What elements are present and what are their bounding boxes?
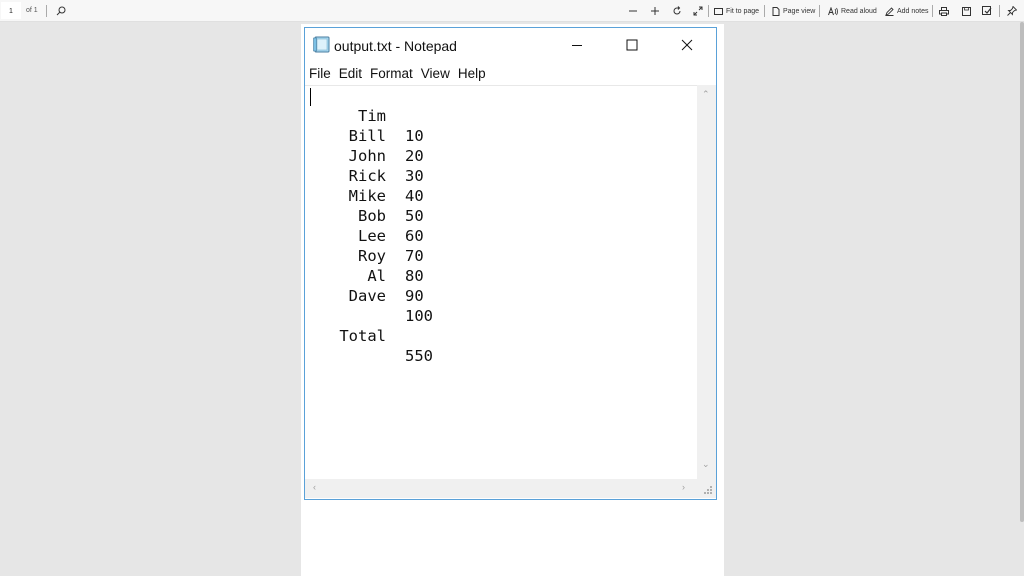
save-as-icon[interactable] bbox=[981, 3, 993, 19]
minimize-icon bbox=[572, 45, 582, 46]
toolbar-divider bbox=[764, 5, 765, 17]
text-row: Roy 80 bbox=[305, 226, 424, 285]
page-view-label: Page view bbox=[783, 7, 816, 15]
fit-to-page-label: Fit to page bbox=[726, 7, 760, 15]
maximize-button[interactable] bbox=[609, 28, 655, 62]
row-name: Dave bbox=[348, 287, 386, 305]
scroll-right-icon[interactable]: › bbox=[682, 482, 685, 492]
text-row: Al 90 bbox=[305, 246, 423, 305]
row-value: 60 bbox=[405, 227, 424, 245]
resize-grip-icon bbox=[704, 486, 712, 494]
total-value: 550 bbox=[405, 347, 433, 365]
close-button[interactable] bbox=[664, 28, 710, 62]
read-aloud-label: Read aloud bbox=[841, 7, 877, 15]
read-aloud-icon bbox=[828, 6, 838, 15]
resize-grip[interactable] bbox=[697, 479, 716, 498]
window-title: output.txt - Notepad bbox=[334, 38, 457, 54]
text-row: Mike 50 bbox=[305, 166, 424, 225]
fullscreen-icon[interactable] bbox=[692, 3, 704, 19]
toolbar-divider bbox=[932, 5, 933, 17]
row-value: 80 bbox=[405, 267, 424, 285]
scroll-left-icon[interactable]: ‹ bbox=[313, 482, 316, 492]
save-icon[interactable] bbox=[960, 3, 972, 19]
total-name: Total bbox=[339, 327, 386, 345]
text-row: Bill 20 bbox=[305, 106, 424, 165]
menu-format[interactable]: Format bbox=[366, 64, 417, 84]
vertical-scrollbar[interactable]: ⌃ ⌄ bbox=[697, 85, 716, 479]
viewer-toolbar: 1 of 1 Fit to page Page view Read aloud … bbox=[0, 0, 1024, 22]
page-view-button[interactable]: Page view bbox=[772, 3, 815, 19]
text-row: Rick 40 bbox=[305, 146, 424, 205]
minimize-button[interactable] bbox=[554, 28, 600, 62]
horizontal-scrollbar[interactable]: ‹ › bbox=[305, 479, 697, 498]
row-value: 10 bbox=[405, 127, 424, 145]
print-icon[interactable] bbox=[938, 3, 950, 19]
row-value: 50 bbox=[405, 207, 424, 225]
zoom-in-icon[interactable] bbox=[649, 3, 661, 19]
text-row: Dave 100 bbox=[305, 266, 433, 325]
row-value: 90 bbox=[405, 287, 424, 305]
toolbar-divider bbox=[708, 5, 709, 17]
read-aloud-button[interactable]: Read aloud bbox=[828, 3, 877, 19]
title-bar: output.txt - Notepad bbox=[305, 28, 716, 62]
row-value: 100 bbox=[405, 307, 433, 325]
page-number-input[interactable]: 1 bbox=[1, 2, 21, 19]
text-editor[interactable]: Tim 10 Bill 20 John 30 Rick 40 Mike 50 B… bbox=[305, 85, 697, 479]
text-row: Bob 60 bbox=[305, 186, 424, 245]
menu-view[interactable]: View bbox=[417, 64, 454, 84]
text-row: Lee 70 bbox=[305, 206, 424, 265]
menu-file[interactable]: File bbox=[305, 64, 335, 84]
toolbar-divider bbox=[46, 5, 47, 17]
zoom-out-icon[interactable] bbox=[627, 3, 639, 19]
rotate-icon[interactable] bbox=[671, 3, 683, 19]
close-icon bbox=[681, 39, 693, 51]
search-icon[interactable] bbox=[54, 3, 68, 19]
pin-icon[interactable] bbox=[1006, 3, 1018, 19]
scroll-down-icon[interactable]: ⌄ bbox=[702, 459, 710, 470]
text-row: Tim 10 bbox=[305, 86, 424, 145]
row-value: 70 bbox=[405, 247, 424, 265]
fit-to-page-icon bbox=[714, 7, 723, 15]
menu-bar: File Edit Format View Help bbox=[305, 64, 490, 84]
menu-help[interactable]: Help bbox=[454, 64, 490, 84]
add-notes-label: Add notes bbox=[897, 7, 929, 15]
row-value: 40 bbox=[405, 187, 424, 205]
viewer-scrollbar[interactable] bbox=[1020, 22, 1024, 522]
menu-edit[interactable]: Edit bbox=[335, 64, 366, 84]
notepad-window: output.txt - Notepad File Edit Format Vi… bbox=[304, 27, 717, 500]
fit-to-page-button[interactable]: Fit to page bbox=[714, 3, 759, 19]
page-count-label: of 1 bbox=[26, 7, 38, 14]
scroll-up-icon[interactable]: ⌃ bbox=[702, 89, 710, 100]
maximize-icon bbox=[626, 39, 638, 51]
text-row: John 30 bbox=[305, 126, 424, 185]
pen-icon bbox=[885, 6, 894, 16]
add-notes-button[interactable]: Add notes bbox=[885, 3, 929, 19]
row-value: 30 bbox=[405, 167, 424, 185]
notepad-icon bbox=[313, 36, 330, 53]
row-value: 20 bbox=[405, 147, 424, 165]
toolbar-divider bbox=[819, 5, 820, 17]
total-row: Total 550 bbox=[305, 306, 433, 365]
toolbar-divider bbox=[999, 5, 1000, 17]
page-view-icon bbox=[772, 6, 780, 16]
